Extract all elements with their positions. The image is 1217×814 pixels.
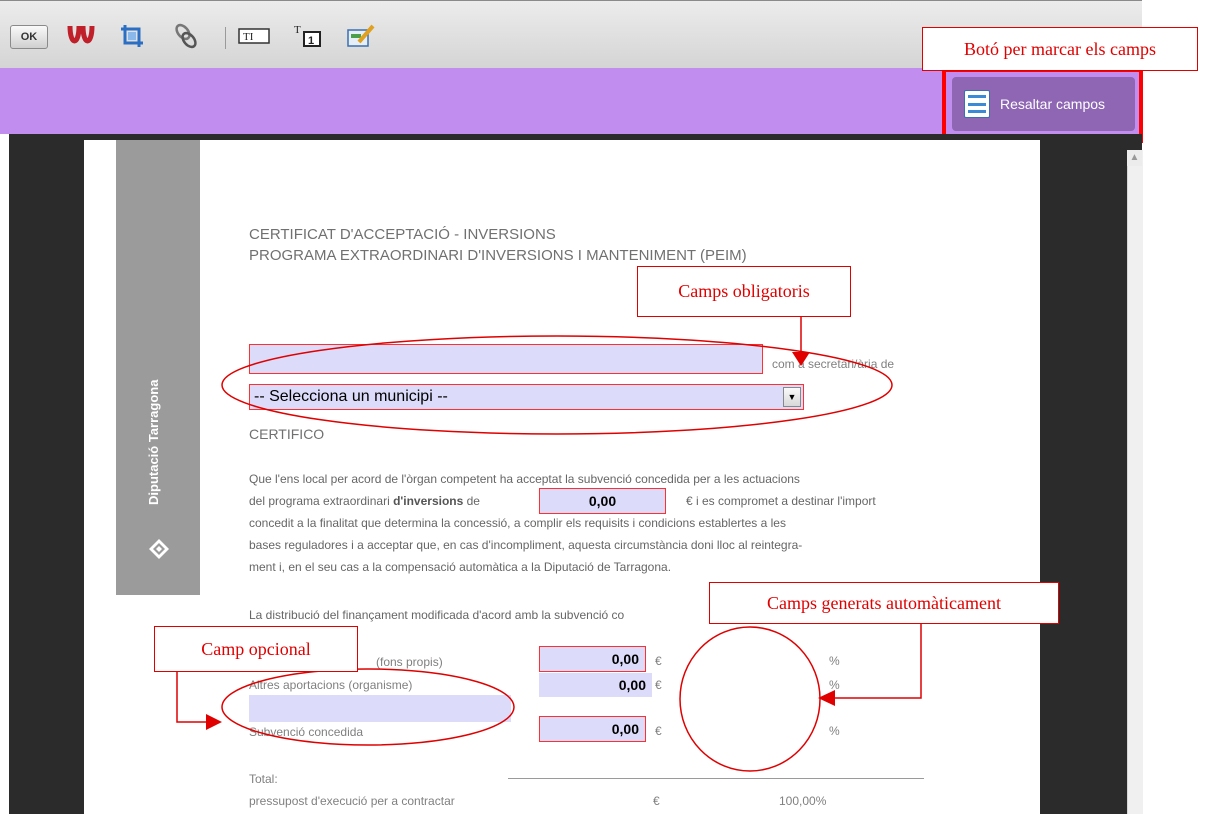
optional-arrow-line	[176, 671, 210, 723]
optional-arrow-head	[206, 714, 222, 730]
auto-fields-ellipse	[679, 626, 821, 772]
required-fields-ellipse	[221, 335, 893, 435]
required-fields-callout: Camps obligatoris	[637, 266, 851, 317]
annotation-overlay	[176, 317, 922, 772]
optional-field-ellipse	[221, 668, 515, 746]
auto-fields-callout: Camps generats automàticament	[709, 582, 1059, 624]
auto-arrow-line	[830, 618, 922, 699]
required-arrow-head	[792, 352, 810, 366]
optional-field-callout: Camp opcional	[154, 626, 358, 672]
mark-fields-callout: Botó per marcar els camps	[922, 27, 1198, 71]
